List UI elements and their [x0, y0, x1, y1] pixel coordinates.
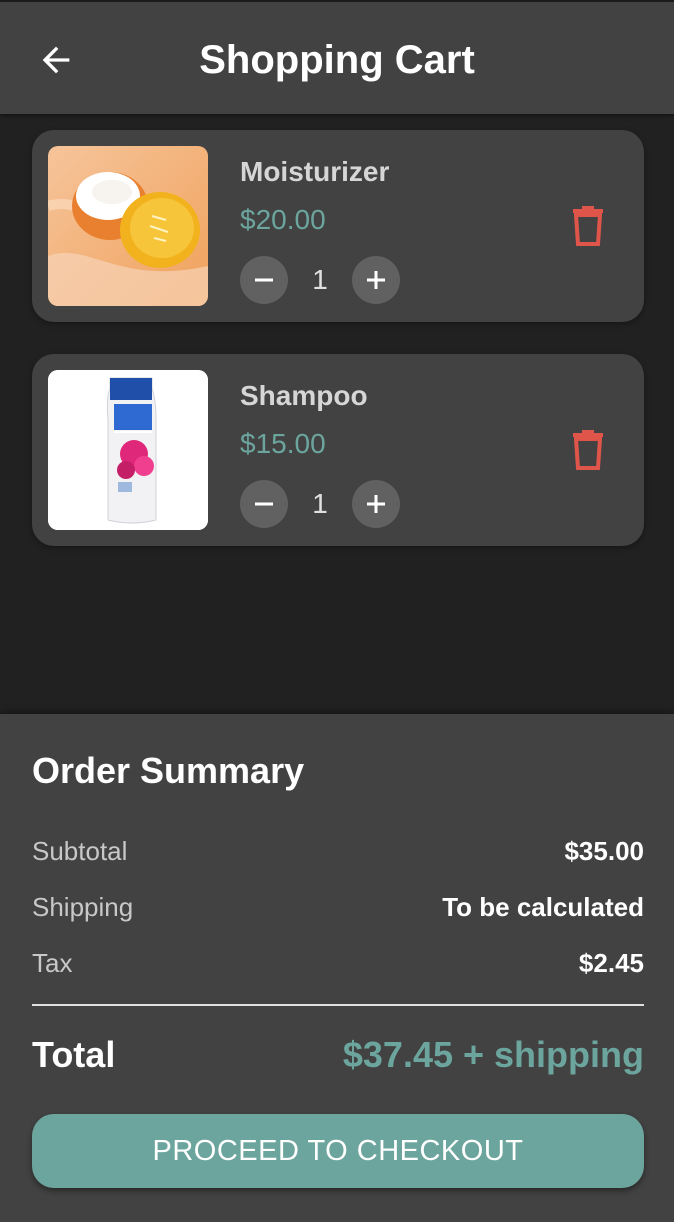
total-label: Total: [32, 1034, 116, 1075]
order-summary-title: Order Summary: [32, 750, 305, 791]
proceed-to-checkout-button[interactable]: PROCEED TO CHECKOUT: [32, 1114, 644, 1188]
shipping-value: To be calculated: [442, 892, 644, 922]
trash-icon: [573, 430, 603, 470]
decrease-quantity-button[interactable]: [240, 256, 288, 304]
plus-icon: [367, 495, 385, 513]
quantity-value: 1: [312, 264, 328, 295]
increase-quantity-button[interactable]: [352, 480, 400, 528]
cart-item-card: Moisturizer $20.00 1: [32, 130, 644, 322]
moisturizer-jar-image: [48, 146, 208, 306]
minus-icon: [255, 502, 273, 506]
tax-label: Tax: [32, 948, 73, 978]
quantity-value: 1: [312, 488, 328, 519]
item-price: $20.00: [240, 204, 326, 235]
decrease-quantity-button[interactable]: [240, 480, 288, 528]
increase-quantity-button[interactable]: [352, 256, 400, 304]
page-title: Shopping Cart: [199, 38, 475, 82]
delete-item-button[interactable]: [564, 426, 612, 474]
product-image: [48, 146, 208, 306]
app-bar: Shopping Cart: [0, 0, 674, 114]
total-value: $37.45 + shipping: [342, 1034, 644, 1075]
subtotal-label: Subtotal: [32, 836, 128, 866]
item-name: Moisturizer: [240, 156, 390, 187]
subtotal-value: $35.00: [564, 836, 644, 866]
delete-item-button[interactable]: [564, 202, 612, 250]
order-summary-panel: Order Summary Subtotal $35.00 Shipping T…: [0, 714, 674, 1222]
minus-icon: [255, 278, 273, 282]
item-name: Shampoo: [240, 380, 368, 411]
shipping-label: Shipping: [32, 892, 134, 922]
product-image: [48, 370, 208, 530]
summary-divider: [32, 1004, 644, 1006]
shampoo-bottle-image: [48, 370, 208, 530]
tax-value: $2.45: [578, 948, 644, 978]
plus-icon: [367, 271, 385, 289]
cart-item-card: Shampoo $15.00 1: [32, 354, 644, 546]
trash-icon: [573, 206, 603, 246]
item-price: $15.00: [240, 428, 326, 459]
